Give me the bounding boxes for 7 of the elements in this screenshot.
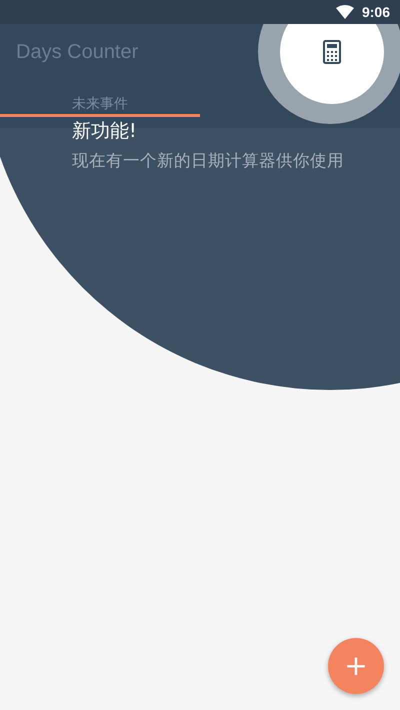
- calculator-icon: [323, 40, 341, 64]
- wifi-icon: [336, 5, 354, 19]
- tutorial-title: 新功能!: [72, 119, 137, 144]
- tutorial-description: 现在有一个新的日期计算器供你使用: [72, 150, 345, 172]
- add-button[interactable]: +: [328, 638, 384, 694]
- clock-text: 9:06: [362, 4, 390, 20]
- tab[interactable]: 未来事件: [0, 92, 200, 117]
